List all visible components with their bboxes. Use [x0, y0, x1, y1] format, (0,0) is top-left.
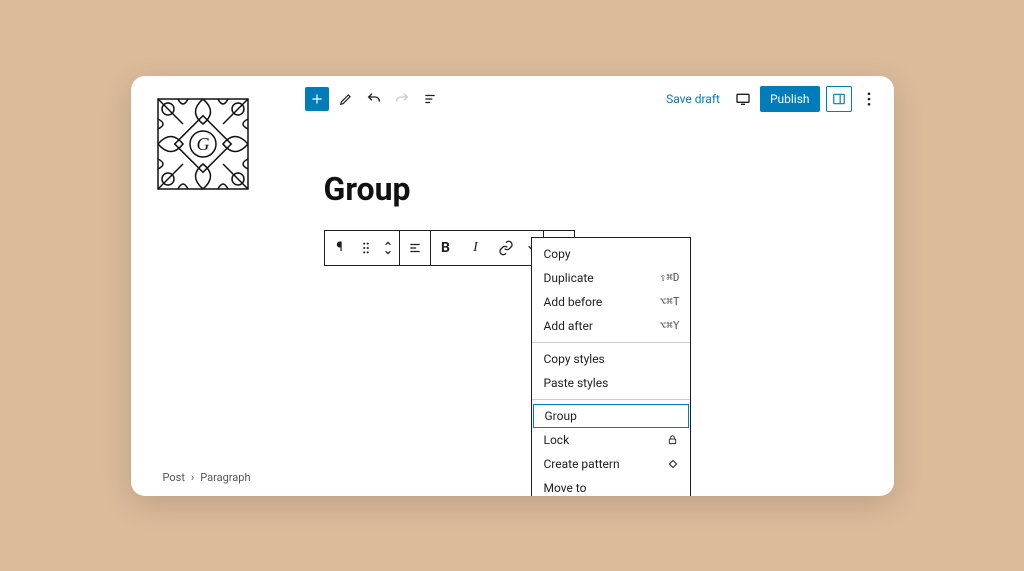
menu-paste-styles[interactable]: Paste styles — [532, 371, 690, 395]
post-title[interactable]: Group — [324, 170, 894, 208]
chevron-right-icon — [191, 471, 194, 484]
paragraph-block-icon[interactable]: ¶ — [325, 231, 355, 265]
publish-button[interactable]: Publish — [760, 86, 820, 112]
site-logo: G — [153, 94, 253, 194]
menu-move-to[interactable]: Move to — [532, 476, 690, 496]
block-options-menu: Copy Duplicate⇧⌘D Add before⌥⌘T Add afte… — [531, 237, 691, 496]
add-block-button[interactable] — [305, 87, 329, 111]
align-button[interactable] — [400, 231, 430, 265]
redo-button[interactable] — [391, 88, 413, 110]
settings-sidebar-toggle[interactable] — [826, 86, 852, 112]
italic-button[interactable]: I — [461, 231, 491, 265]
menu-lock[interactable]: Lock — [532, 428, 690, 452]
menu-copy-styles[interactable]: Copy styles — [532, 347, 690, 371]
document-overview-button[interactable] — [419, 88, 441, 110]
svg-text:G: G — [196, 134, 209, 154]
save-draft-button[interactable]: Save draft — [660, 88, 726, 110]
diamond-icon — [666, 458, 680, 470]
topbar-right-tools: Save draft Publish — [660, 86, 879, 112]
menu-duplicate[interactable]: Duplicate⇧⌘D — [532, 266, 690, 290]
topbar-left-tools — [305, 87, 441, 111]
menu-add-before[interactable]: Add before⌥⌘T — [532, 290, 690, 314]
undo-button[interactable] — [363, 88, 385, 110]
more-options-button[interactable] — [858, 88, 880, 110]
bold-button[interactable]: B — [431, 231, 461, 265]
menu-create-pattern[interactable]: Create pattern — [532, 452, 690, 476]
breadcrumb: Post Paragraph — [163, 471, 251, 484]
breadcrumb-root[interactable]: Post — [163, 471, 185, 484]
menu-copy[interactable]: Copy — [532, 242, 690, 266]
move-up-down-icon[interactable] — [377, 231, 399, 265]
breadcrumb-leaf[interactable]: Paragraph — [200, 471, 250, 484]
preview-button[interactable] — [732, 88, 754, 110]
edit-mode-icon[interactable] — [335, 88, 357, 110]
menu-add-after[interactable]: Add after⌥⌘Y — [532, 314, 690, 338]
lock-icon — [666, 434, 680, 445]
drag-handle-icon[interactable] — [355, 231, 377, 265]
menu-group[interactable]: Group — [533, 404, 689, 428]
editor-window: G — [131, 76, 894, 496]
link-button[interactable] — [491, 231, 521, 265]
